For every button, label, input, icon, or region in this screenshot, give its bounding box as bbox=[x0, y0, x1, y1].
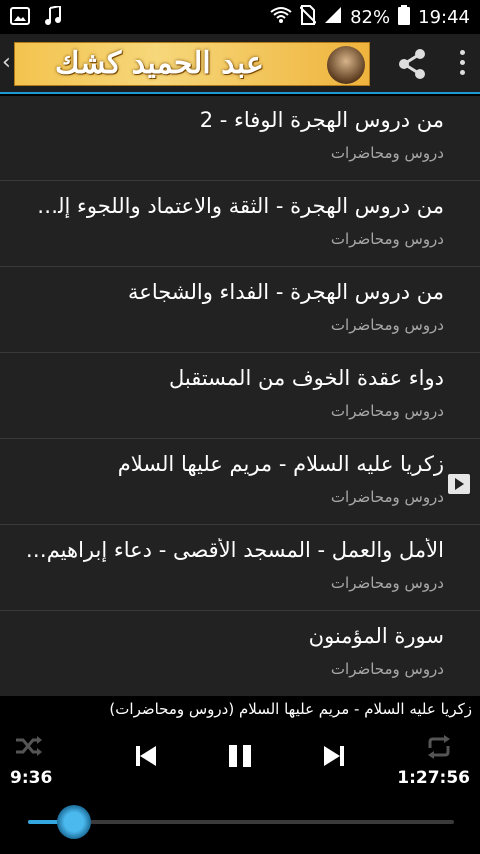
player-panel: زكريا عليه السلام - مريم عليها السلام (د… bbox=[0, 696, 480, 854]
list-item[interactable]: من دروس الهجرة - الفداء والشجاعة دروس وم… bbox=[0, 268, 480, 353]
track-category: دروس ومحاضرات bbox=[330, 574, 444, 592]
previous-button[interactable] bbox=[136, 744, 158, 772]
no-sim-icon bbox=[299, 5, 317, 30]
list-item[interactable]: سورة المؤمنون دروس ومحاضرات bbox=[0, 612, 480, 697]
action-bar: ‹ عبد الحميد كشك bbox=[0, 34, 480, 94]
back-chevron-icon[interactable]: ‹ bbox=[2, 50, 11, 75]
seek-thumb[interactable] bbox=[57, 805, 92, 839]
list-item[interactable]: زكريا عليه السلام - مريم عليها السلام در… bbox=[0, 440, 480, 525]
sheikh-portrait bbox=[327, 46, 365, 84]
track-category: دروس ومحاضرات bbox=[330, 316, 444, 334]
total-duration: 1:27:56 bbox=[397, 768, 470, 788]
list-item[interactable]: من دروس الهجرة الوفاء - 2 دروس ومحاضرات bbox=[0, 96, 480, 181]
track-category: دروس ومحاضرات bbox=[330, 230, 444, 248]
track-category: دروس ومحاضرات bbox=[330, 144, 444, 162]
repeat-icon[interactable] bbox=[424, 734, 454, 764]
app-logo-banner[interactable]: عبد الحميد كشك bbox=[14, 42, 370, 86]
now-playing-text: زكريا عليه السلام - مريم عليها السلام (د… bbox=[109, 700, 472, 718]
shuffle-icon[interactable] bbox=[14, 734, 44, 762]
next-button[interactable] bbox=[322, 744, 344, 772]
music-notification-icon bbox=[44, 4, 62, 30]
track-category: دروس ومحاضرات bbox=[330, 660, 444, 678]
track-title: دواء عقدة الخوف من المستقبل bbox=[168, 366, 444, 390]
track-title: من دروس الهجرة - الفداء والشجاعة bbox=[128, 280, 444, 304]
track-title: من دروس الهجرة الوفاء - 2 bbox=[199, 108, 444, 132]
overflow-menu-icon[interactable] bbox=[460, 50, 465, 75]
clock: 19:44 bbox=[418, 7, 470, 28]
seek-bar[interactable] bbox=[28, 805, 454, 839]
track-category: دروس ومحاضرات bbox=[330, 402, 444, 420]
status-bar: 82% 19:44 bbox=[0, 0, 480, 34]
wifi-icon bbox=[270, 6, 292, 29]
track-title: سورة المؤمنون bbox=[308, 624, 444, 648]
track-title: زكريا عليه السلام - مريم عليها السلام bbox=[117, 452, 444, 476]
image-notification-icon bbox=[10, 6, 30, 30]
accent-divider bbox=[0, 92, 480, 94]
share-icon[interactable] bbox=[396, 48, 428, 84]
elapsed-time: 9:36 bbox=[10, 768, 53, 788]
list-item[interactable]: الأمل والعمل - المسجد الأقصى - دعاء إبرا… bbox=[0, 526, 480, 611]
now-playing-icon bbox=[448, 474, 470, 494]
track-title: من دروس الهجرة - الثقة والاعتماد واللجوء… bbox=[24, 194, 444, 218]
battery-icon bbox=[398, 5, 411, 30]
track-category: دروس ومحاضرات bbox=[330, 488, 444, 506]
list-item[interactable]: من دروس الهجرة - الثقة والاعتماد واللجوء… bbox=[0, 182, 480, 267]
track-title: الأمل والعمل - المسجد الأقصى - دعاء إبرا… bbox=[24, 538, 444, 562]
battery-percent: 82% bbox=[350, 7, 391, 28]
list-item[interactable]: دواء عقدة الخوف من المستقبل دروس ومحاضرا… bbox=[0, 354, 480, 439]
track-list[interactable]: من دروس الهجرة الوفاء - 2 دروس ومحاضرات … bbox=[0, 96, 480, 697]
logo-title: عبد الحميد كشك bbox=[55, 46, 264, 81]
signal-icon bbox=[324, 6, 342, 29]
pause-button[interactable] bbox=[228, 744, 252, 772]
